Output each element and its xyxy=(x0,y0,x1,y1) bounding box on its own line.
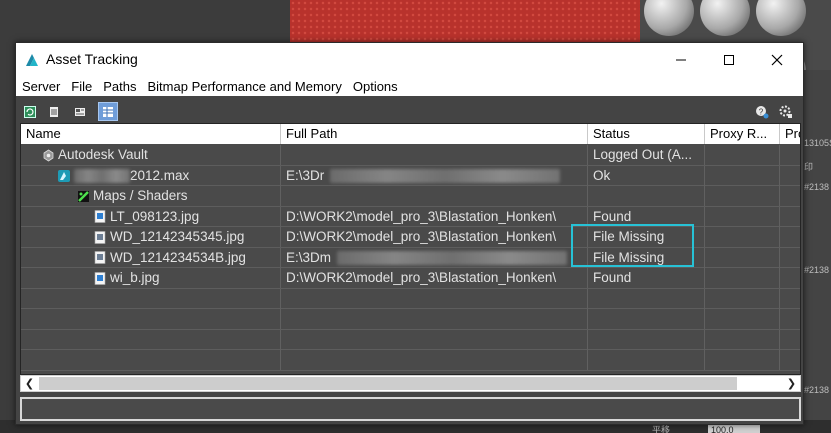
column-header-name[interactable]: Name xyxy=(21,124,281,144)
background-side-panel xyxy=(800,70,831,433)
table-row[interactable]: wi_b.jpg D:\WORK2\model_pro_3\Blastation… xyxy=(21,268,800,289)
image-file-icon xyxy=(93,210,107,224)
menu-paths[interactable]: Paths xyxy=(103,79,136,94)
asset-tracking-dialog: Asset Tracking Server File Paths Bitmap … xyxy=(15,42,804,425)
row-status: Logged Out (A... xyxy=(588,145,705,165)
refresh-icon[interactable] xyxy=(20,102,40,121)
material-sphere[interactable] xyxy=(644,0,694,36)
row-path: D:\WORK2\model_pro_3\Blastation_Honken\ xyxy=(281,227,588,247)
list-view-icon[interactable] xyxy=(44,102,64,121)
bottom-value-field[interactable]: 100.0 xyxy=(708,425,760,433)
close-button[interactable] xyxy=(753,43,801,76)
table-row[interactable]: Maps / Shaders xyxy=(21,186,800,207)
horizontal-scrollbar[interactable]: ❮ ❯ xyxy=(20,375,801,392)
thumbnail-view-icon[interactable] xyxy=(70,102,90,121)
row-path: E:\3Dr xyxy=(286,167,325,183)
vault-icon xyxy=(41,148,55,162)
redacted-path xyxy=(330,168,561,183)
row-status xyxy=(588,186,705,206)
window-title: Asset Tracking xyxy=(46,51,138,67)
table-header: Name Full Path Status Proxy R... Pro xyxy=(21,124,800,144)
row-name: wi_b.jpg xyxy=(110,270,160,285)
row-name: WD_1214234534B.jpg xyxy=(110,249,246,265)
maps-folder-icon xyxy=(76,189,90,203)
row-path xyxy=(281,145,588,165)
table-view-icon[interactable] xyxy=(98,102,118,121)
row-path xyxy=(281,186,588,206)
table-row[interactable]: LT_098123.jpg D:\WORK2\model_pro_3\Blast… xyxy=(21,206,800,227)
empty-row xyxy=(21,350,800,371)
side-panel-text: 13105S xyxy=(804,138,831,148)
row-status: File Missing xyxy=(588,227,705,247)
image-missing-icon xyxy=(93,251,107,265)
row-name: WD_12142345345.jpg xyxy=(110,229,245,244)
row-status: File Missing xyxy=(588,247,705,268)
side-panel-text: #2138 xyxy=(804,385,830,395)
row-path: D:\WORK2\model_pro_3\Blastation_Honken\ xyxy=(281,268,588,288)
empty-row xyxy=(21,309,800,330)
title-bar[interactable]: Asset Tracking xyxy=(16,43,803,76)
help-icon[interactable]: ? xyxy=(752,102,772,121)
menu-bitmap-performance[interactable]: Bitmap Performance and Memory xyxy=(148,79,342,94)
material-sphere[interactable] xyxy=(700,0,750,36)
empty-row xyxy=(21,288,800,309)
viewport-red-material xyxy=(290,0,640,45)
row-name: LT_098123.jpg xyxy=(110,208,200,224)
material-sphere[interactable] xyxy=(756,0,806,36)
side-panel-text: #2138 xyxy=(804,265,830,275)
minimize-button[interactable] xyxy=(657,43,705,76)
image-file-icon xyxy=(93,271,107,285)
row-status: Found xyxy=(588,206,705,227)
scrollbar-thumb[interactable] xyxy=(39,377,737,390)
svg-text:?: ? xyxy=(759,107,764,116)
row-name: 2012.max xyxy=(130,167,190,183)
table-row[interactable]: WD_1214234534B.jpg E:\3Dm File Missing xyxy=(21,247,800,268)
menu-server[interactable]: Server xyxy=(22,79,60,94)
row-path: E:\3Dm xyxy=(286,249,332,265)
column-header-full-path[interactable]: Full Path xyxy=(281,124,588,144)
side-panel-text: 印 xyxy=(804,162,814,172)
menu-bar: Server File Paths Bitmap Performance and… xyxy=(16,76,803,96)
column-header-proxy-status[interactable]: Pro xyxy=(780,124,800,144)
menu-file[interactable]: File xyxy=(71,79,92,94)
menu-options[interactable]: Options xyxy=(353,79,398,94)
toolbar: ? xyxy=(16,100,803,122)
image-missing-icon xyxy=(93,230,107,244)
table-row[interactable]: 2012.max E:\3Dr Ok xyxy=(21,165,800,186)
side-panel-text: #2138 xyxy=(804,182,830,192)
row-name: Maps / Shaders xyxy=(93,188,188,203)
scroll-right-arrow-icon[interactable]: ❯ xyxy=(783,376,800,391)
row-path: D:\WORK2\model_pro_3\Blastation_Honken\ xyxy=(281,206,588,227)
empty-row xyxy=(21,329,800,350)
redacted-path xyxy=(336,250,567,265)
table-row[interactable]: WD_12142345345.jpg D:\WORK2\model_pro_3\… xyxy=(21,227,800,248)
app-logo-icon xyxy=(24,52,40,68)
column-header-status[interactable]: Status xyxy=(588,124,705,144)
column-header-proxy-resolution[interactable]: Proxy R... xyxy=(705,124,780,144)
asset-table: Name Full Path Status Proxy R... Pro Aut… xyxy=(20,123,801,375)
maximize-button[interactable] xyxy=(705,43,753,76)
status-bar xyxy=(20,397,801,421)
row-status: Found xyxy=(588,268,705,288)
redacted-filename xyxy=(74,168,130,183)
settings-icon[interactable] xyxy=(776,102,796,121)
row-status: Ok xyxy=(588,165,705,186)
table-row[interactable]: Autodesk Vault Logged Out (A... xyxy=(21,145,800,166)
scroll-left-arrow-icon[interactable]: ❮ xyxy=(21,376,38,391)
max-file-icon xyxy=(57,169,71,183)
row-name: Autodesk Vault xyxy=(58,147,148,162)
